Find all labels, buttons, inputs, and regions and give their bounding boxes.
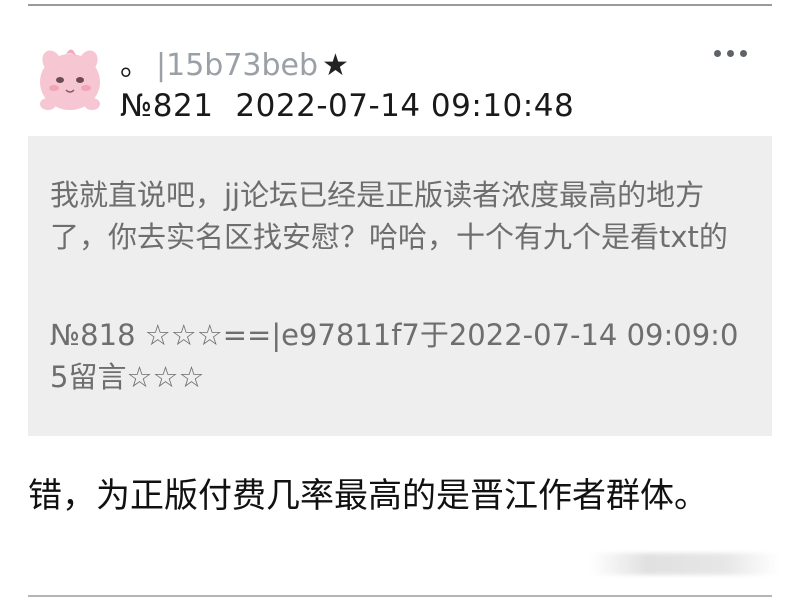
post-username[interactable]: 。 |15b73beb ★ (120, 40, 349, 84)
top-divider (28, 4, 772, 6)
dot (740, 49, 747, 57)
quote-reference: №818 ☆☆☆==|e97811f7于2022-07-14 09:09:05留… (50, 318, 739, 394)
dot (714, 49, 721, 57)
post-number: №821 (120, 88, 214, 124)
post-timestamp: 2022-07-14 09:10:48 (235, 88, 575, 124)
bottom-divider (28, 595, 772, 597)
post-meta: №821 2022-07-14 09:10:48 (120, 88, 574, 124)
dot (727, 49, 734, 57)
quote-text: 我就直说吧，jj论坛已经是正版读者浓度最高的地方了，你去实名区找安慰？哈哈，十个… (50, 178, 728, 254)
avatar[interactable] (30, 36, 110, 116)
username-prefix: 。 (120, 48, 150, 83)
more-horizontal-icon[interactable] (714, 46, 748, 60)
star-icon: ★ (322, 48, 349, 83)
reply-text: 错，为正版付费几率最高的是晋江作者群体。 (28, 476, 708, 516)
watermark (590, 553, 780, 575)
username-id: |15b73beb (156, 48, 319, 83)
avatar-image (40, 49, 100, 110)
quote-block: 我就直说吧，jj论坛已经是正版读者浓度最高的地方了，你去实名区找安慰？哈哈，十个… (28, 136, 772, 436)
